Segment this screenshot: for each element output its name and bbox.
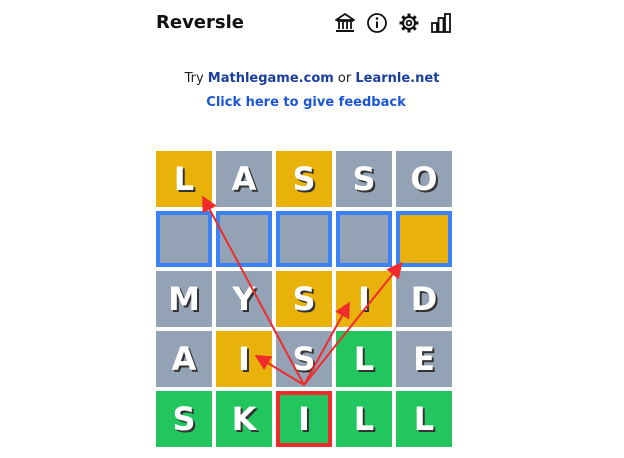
tile-r2-c1[interactable]: Y: [216, 271, 272, 327]
tile-r4-c1[interactable]: K: [216, 391, 272, 447]
tile-r0-c1[interactable]: A: [216, 151, 272, 207]
tile-r0-c3[interactable]: S: [336, 151, 392, 207]
tile-r1-c0[interactable]: [156, 211, 212, 267]
tile-r1-c4[interactable]: [396, 211, 452, 267]
tile-r1-c3[interactable]: [336, 211, 392, 267]
mathlegame-link[interactable]: Mathlegame.com: [208, 71, 334, 86]
bank-icon[interactable]: [333, 11, 357, 35]
tile-r4-c4[interactable]: L: [396, 391, 452, 447]
tile-r3-c1[interactable]: I: [216, 331, 272, 387]
learnle-link[interactable]: Learnle.net: [355, 71, 439, 86]
tile-r2-c3[interactable]: I: [336, 271, 392, 327]
tile-r4-c0[interactable]: S: [156, 391, 212, 447]
tile-r4-c3[interactable]: L: [336, 391, 392, 447]
promo-text: Try Mathlegame.com or Learnle.net: [0, 71, 624, 86]
gear-icon[interactable]: [397, 11, 421, 35]
tile-r3-c4[interactable]: E: [396, 331, 452, 387]
info-icon[interactable]: [365, 11, 389, 35]
tile-r2-c2[interactable]: S: [276, 271, 332, 327]
tile-r1-c1[interactable]: [216, 211, 272, 267]
reversle-app: Reversle Try Mathlegame.com or Learnle.n…: [0, 0, 624, 458]
page-title: Reversle: [156, 12, 244, 33]
tile-r3-c2[interactable]: S: [276, 331, 332, 387]
tile-r1-c2[interactable]: [276, 211, 332, 267]
tile-r2-c4[interactable]: D: [396, 271, 452, 327]
promo-middle: or: [333, 71, 356, 86]
feedback-link[interactable]: Click here to give feedback: [0, 95, 612, 110]
promo-prefix: Try: [184, 71, 208, 86]
tile-r0-c0[interactable]: L: [156, 151, 212, 207]
tile-r2-c0[interactable]: M: [156, 271, 212, 327]
tile-r3-c0[interactable]: A: [156, 331, 212, 387]
tile-r4-c2[interactable]: I: [276, 391, 332, 447]
header-icons: [333, 11, 453, 35]
tile-r0-c2[interactable]: S: [276, 151, 332, 207]
stats-icon[interactable]: [429, 11, 453, 35]
tile-r3-c3[interactable]: L: [336, 331, 392, 387]
game-board: LASSOMYSIDAISLESKILL: [156, 151, 456, 451]
tile-r0-c4[interactable]: O: [396, 151, 452, 207]
